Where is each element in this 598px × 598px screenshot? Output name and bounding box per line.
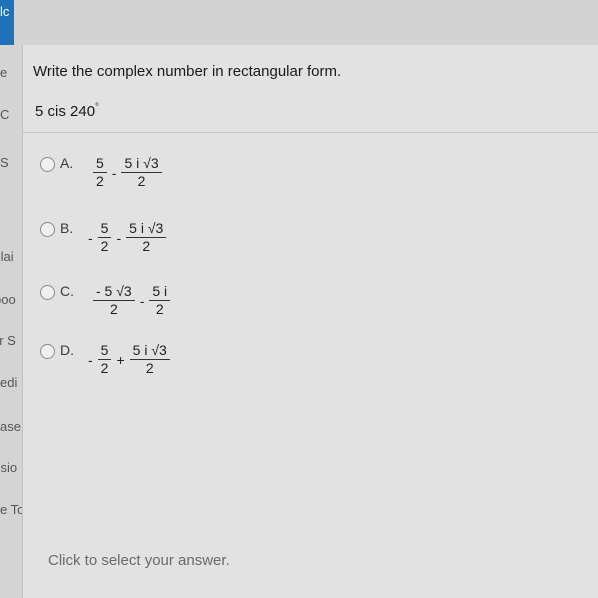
fraction: 5 i √3 2 [121,155,162,190]
numerator: 5 i √3 [129,342,170,360]
option-c[interactable]: C. - 5 √3 2 - 5 i2 [40,283,173,318]
select-answer-hint: Click to select your answer. [48,552,230,569]
term-sign: - [139,292,145,309]
fraction: 5 i √3 2 [126,220,167,255]
numerator: 5 i √3 [121,155,162,173]
option-d[interactable]: D. - 52 + 5 i √3 2 [40,342,173,377]
divider [23,132,598,133]
term-sign: - [116,229,122,246]
sidebar-item[interactable]: or S [0,333,16,348]
numerator: 5 [97,342,112,360]
question-prompt: Write the complex number in rectangular … [33,63,342,80]
denominator: 2 [96,173,104,189]
fraction: 52 [97,220,112,255]
option-math: 52 - 5 i √3 2 [86,155,165,190]
denominator: 2 [109,301,118,317]
question-panel [23,45,598,598]
degree-symbol: ° [95,102,100,113]
sidebar-item[interactable]: e To [0,502,22,517]
option-letter: D. [60,342,74,358]
sidebar-item[interactable]: Plai [0,249,14,264]
sidebar: e C S Plai boo or S edi ase ssio e To [0,45,23,598]
option-b[interactable]: B. - 52 - 5 i √3 2 [40,220,169,255]
radio-button[interactable] [40,344,55,359]
term-sign: - [88,351,93,368]
sidebar-item[interactable]: boo [0,292,16,307]
option-letter: B. [60,220,74,236]
denominator: 2 [137,173,146,189]
fraction: 52 [93,155,107,190]
question-expression: 5 cis 240° [35,102,99,120]
denominator: 2 [100,238,109,254]
sidebar-item[interactable]: ssio [0,460,17,475]
window-tab-label: lc [0,4,10,19]
option-math: - 5 √3 2 - 5 i2 [86,283,173,318]
term-sign: - [88,229,93,246]
numerator: 5 i √3 [126,220,167,238]
numerator: 5 i [149,283,171,301]
option-math: - 52 + 5 i √3 2 [86,342,173,377]
fraction: 52 [97,342,112,377]
numerator: - 5 √3 [93,283,135,301]
denominator: 2 [155,301,164,317]
sidebar-item[interactable]: C [0,107,9,122]
sidebar-item[interactable]: edi [0,375,17,390]
radio-button[interactable] [40,285,55,300]
sidebar-item[interactable]: S [0,155,9,170]
fraction: 5 i √3 2 [129,342,170,377]
sidebar-item[interactable]: ase [0,419,21,434]
numerator: 5 [97,220,112,238]
term-sign: - [111,164,117,181]
numerator: 5 [93,155,107,173]
top-bar: lc [0,0,598,45]
expression-text: 5 cis 240 [35,103,96,120]
denominator: 2 [100,360,109,376]
option-letter: C. [60,283,74,299]
fraction: - 5 √3 2 [93,283,135,318]
option-math: - 52 - 5 i √3 2 [86,220,169,255]
option-letter: A. [60,155,74,171]
fraction: 5 i2 [149,283,171,318]
term-sign: + [116,351,125,368]
radio-button[interactable] [40,157,55,172]
radio-button[interactable] [40,222,55,237]
window-tab[interactable]: lc [0,0,14,45]
denominator: 2 [145,360,154,376]
option-a[interactable]: A. 52 - 5 i √3 2 [40,155,165,190]
denominator: 2 [142,238,151,254]
sidebar-item[interactable]: e [0,65,7,80]
